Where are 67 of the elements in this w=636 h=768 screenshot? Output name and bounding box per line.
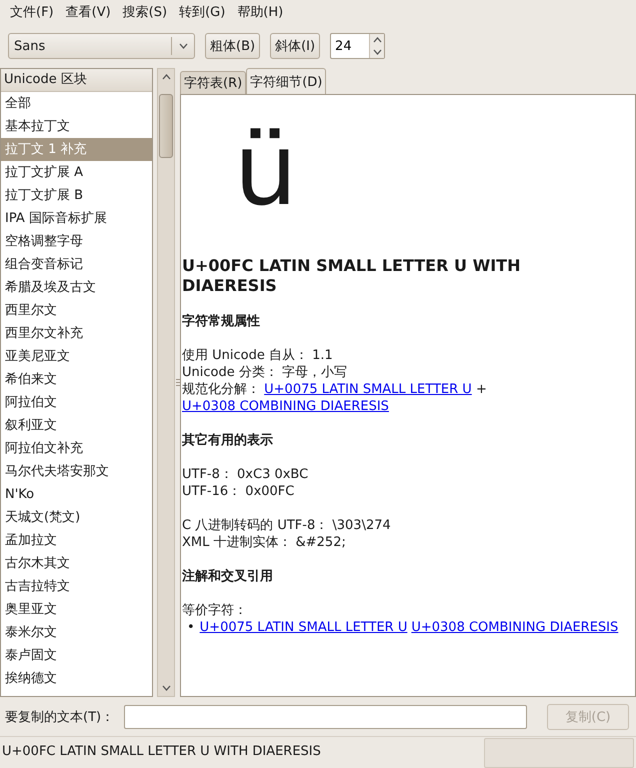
detail-text: Unicode 分类： 字母，小写 xyxy=(182,365,347,380)
increment-icon[interactable] xyxy=(372,37,382,43)
list-item[interactable]: 亚美尼亚文 xyxy=(1,345,152,368)
scroll-up-icon[interactable] xyxy=(162,74,170,80)
status-text: U+00FC LATIN SMALL LETTER U WITH DIAERESIS xyxy=(1,743,322,761)
menu-item[interactable]: 搜索(S) xyxy=(116,3,174,21)
list-item[interactable]: 古吉拉特文 xyxy=(1,575,152,598)
list-item[interactable]: 希伯来文 xyxy=(1,368,152,391)
list-item[interactable]: 组合变音标记 xyxy=(1,253,152,276)
bullet: • xyxy=(186,620,196,635)
list-item[interactable]: 挨纳德文 xyxy=(1,667,152,690)
list-item[interactable]: 拉丁文扩展 B xyxy=(1,184,152,207)
pane-handle-icon[interactable] xyxy=(176,379,180,386)
list-item[interactable]: 西里尔文补充 xyxy=(1,322,152,345)
list-item[interactable]: 泰米尔文 xyxy=(1,621,152,644)
list-item[interactable]: 希腊及埃及古文 xyxy=(1,276,152,299)
section-heading: 字符常规属性 xyxy=(182,313,261,330)
character-link[interactable]: U+0308 COMBINING DIAERESIS xyxy=(182,399,389,414)
section-heading: 注解和交叉引用 xyxy=(182,568,274,585)
size-field[interactable]: 24 xyxy=(331,34,370,58)
decrement-icon[interactable] xyxy=(372,49,382,55)
menu-item[interactable]: 查看(V) xyxy=(60,3,117,21)
list-item[interactable]: 空格调整字母 xyxy=(1,230,152,253)
font-dropdown[interactable]: Sans xyxy=(8,33,195,59)
character-link[interactable]: U+0075 LATIN SMALL LETTER U xyxy=(200,620,408,635)
list-item[interactable]: 马尔代夫塔安那文 xyxy=(1,460,152,483)
list-item[interactable]: 全部 xyxy=(1,92,152,115)
scroll-down-icon[interactable] xyxy=(162,685,170,691)
list-item[interactable]: 孟加拉文 xyxy=(1,529,152,552)
list-item[interactable]: IPA 国际音标扩展 xyxy=(1,207,152,230)
character-link[interactable]: U+0075 LATIN SMALL LETTER U xyxy=(264,382,472,397)
menu-item[interactable]: 帮助(H) xyxy=(231,3,290,21)
detail-text: C 八进制转码的 UTF-8： \303\274 xyxy=(182,518,391,533)
tab[interactable]: 字符细节(D) xyxy=(246,68,326,94)
list-item[interactable]: 古尔木其文 xyxy=(1,552,152,575)
copy-label: 要复制的文本(T)： xyxy=(5,709,114,726)
list-item[interactable]: 天城文(梵文) xyxy=(1,506,152,529)
italic-button[interactable]: 斜体(I) xyxy=(270,33,320,59)
bold-button[interactable]: 粗体(B) xyxy=(205,33,260,59)
detail-text: UTF-16： 0x00FC xyxy=(182,484,294,499)
list-item[interactable]: 泰卢固文 xyxy=(1,644,152,667)
character-preview: ü xyxy=(234,111,298,228)
list-item[interactable]: 奥里亚文 xyxy=(1,598,152,621)
detail-text: 规范化分解： xyxy=(182,382,261,397)
copy-text-field[interactable] xyxy=(124,705,527,729)
size-spinbox[interactable]: 24 xyxy=(330,33,386,59)
detail-text: + xyxy=(474,382,487,397)
list-item[interactable]: 西里尔文 xyxy=(1,299,152,322)
detail-text: 等价字符： xyxy=(182,603,247,618)
menu-item[interactable]: 文件(F) xyxy=(4,3,60,21)
tab[interactable]: 字符表(R) xyxy=(180,71,246,94)
list-item[interactable]: 阿拉伯文补充 xyxy=(1,437,152,460)
list-item[interactable]: 叙利亚文 xyxy=(1,414,152,437)
list-item[interactable]: 基本拉丁文 xyxy=(1,115,152,138)
list-item[interactable]: 阿拉伯文 xyxy=(1,391,152,414)
list-item[interactable]: N'Ko xyxy=(1,483,152,506)
section-heading: 其它有用的表示 xyxy=(182,432,274,449)
character-title: U+00FC LATIN SMALL LETTER U WITH DIAERESIS xyxy=(182,256,522,296)
detail-text: XML 十进制实体： &#252; xyxy=(182,535,346,550)
scrollbar[interactable] xyxy=(157,68,175,697)
detail-text: UTF-8： 0xC3 0xBC xyxy=(182,467,308,482)
detail-text: 使用 Unicode 自从： 1.1 xyxy=(182,348,333,363)
column-header: Unicode 区块 xyxy=(1,69,152,92)
menu-item[interactable]: 转到(G) xyxy=(173,3,232,21)
list-item[interactable]: 拉丁文扩展 A xyxy=(1,161,152,184)
character-link[interactable]: U+0308 COMBINING DIAERESIS xyxy=(411,620,618,635)
scroll-thumb[interactable] xyxy=(159,94,173,158)
